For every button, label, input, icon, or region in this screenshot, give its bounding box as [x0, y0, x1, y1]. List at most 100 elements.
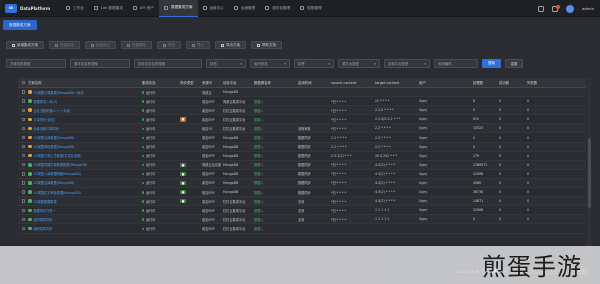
table-row[interactable]: 10调整订单数据(MongoDB)→测试 运行中 简道云 MongoDB [18, 88, 586, 98]
checkbox[interactable] [22, 117, 26, 122]
row-select[interactable] [18, 217, 26, 222]
table-row[interactable]: 10调整出库数据(MongoDB) 运行中 ■ 用友ERP MongoDB 数据入 数据同步… [18, 178, 586, 189]
table-row[interactable]: 10调整入库数据明细(MongoDB) 运行中 ■ 用友ERP MongoDB 数据入 数据… [18, 170, 586, 179]
source-type-select[interactable]: 源平台类型 ▾ [338, 59, 380, 68]
plan-name-link[interactable]: 10调整同期订单数据报表(MongoDB) [34, 162, 88, 167]
checkbox[interactable] [22, 163, 26, 167]
breadcrumb[interactable]: 数据集成方案 [3, 20, 37, 30]
nav-item[interactable]: 数据集成方案 [158, 0, 198, 17]
checkbox[interactable] [22, 190, 26, 194]
target-platform-input[interactable]: 目标平台名称搜索 [134, 59, 202, 68]
nav-item[interactable]: 组件包管理 [260, 0, 295, 17]
table-row[interactable]: 组织架构同步 运行中 用友ERP 钉钉云集成平台 数据入 无效 *日 * * * * 1 1 … [18, 215, 586, 225]
row-select[interactable] [18, 190, 26, 194]
plan-name-cell[interactable]: 组织架构同步 [26, 217, 140, 222]
checkbox[interactable] [22, 126, 26, 131]
row-select[interactable] [18, 108, 26, 112]
row-select[interactable] [18, 117, 26, 122]
plan-name-link[interactable]: 10调整入库数据明细(MongoDB) [34, 171, 81, 176]
search-button[interactable]: 搜索 [482, 59, 501, 68]
plan-name-link[interactable]: 10调整红字审批数据(MongoDB) [34, 190, 81, 195]
table-row[interactable]: 10调整红字审批数据(MongoDB) 运行中 ■ 用友ERP MongoDB 数据入 数据… [18, 188, 586, 198]
plan-name-link[interactable]: 数据集成入库(3) [34, 99, 58, 104]
source-platform-input[interactable]: 源平台名称搜索 [70, 59, 130, 68]
plan-name-cell[interactable]: 10调整同期订单数据报表(MongoDB) [26, 162, 140, 167]
plan-name-link[interactable]: 10调整订单汇总数据(共享区设置) [34, 153, 82, 158]
nav-item[interactable]: 工作台 [61, 0, 89, 17]
plan-name-link[interactable]: 10调整订单数据(MongoDB)→测试 [34, 90, 84, 95]
row-select[interactable] [18, 163, 26, 167]
plan-name-cell[interactable]: 10调整出库数据(MongoDB) [26, 135, 140, 140]
table-row[interactable]: 仓库流程订单同步 运行中 用友YS 钉钉云集成平台 数据入 流程审批 *日 * * * * 2… [18, 124, 586, 134]
plan-name-link[interactable]: 订单同步(测试) [34, 117, 56, 122]
nav-item[interactable]: 运维中心 [198, 0, 229, 17]
table-row[interactable]: 10调整数据报表 运行中 ■ 用友ERP 钉钉云集成平台 数据入 无效 *日 * * * * 4… [18, 197, 586, 207]
app-logo[interactable]: IB DataPlatform [5, 3, 61, 13]
plan-name-link[interactable]: 数据同步任务一 [34, 208, 56, 213]
toolbar-button[interactable]: 批量停止 [85, 41, 116, 49]
toolbar-button[interactable]: 导出方案 [215, 41, 246, 49]
nav-item[interactable]: 权限管理 [295, 0, 326, 17]
bell-icon[interactable] [552, 4, 561, 12]
plan-name-cell[interactable]: 企业流程机器人 (一) 标准 [26, 108, 140, 113]
row-select[interactable] [18, 99, 26, 103]
row-select[interactable] [18, 226, 26, 231]
search-icon[interactable] [538, 5, 545, 12]
plan-name-cell[interactable]: 10调整订单数据(MongoDB)→测试 [26, 90, 140, 95]
checkbox[interactable] [22, 208, 26, 212]
toolbar-button[interactable]: 批量启动 [49, 41, 80, 49]
row-select[interactable] [18, 126, 26, 131]
table-row[interactable]: 10调整出库数据(MongoDB) 运行中 用友ERP MongoDB 数据入 数据同步 2… [18, 133, 586, 143]
toolbar-button[interactable]: 帮助文档 [251, 41, 282, 49]
plan-name-cell[interactable]: 10调整红字审批数据(MongoDB) [26, 190, 140, 195]
checkbox[interactable] [22, 99, 26, 103]
plan-name-cell[interactable]: 10调整审批数据(MongoDB) [26, 144, 140, 149]
nav-item[interactable]: 运维管理 [229, 0, 260, 17]
plan-name-cell[interactable]: 10调整数据报表 [26, 199, 140, 204]
target-type-select[interactable]: 目标平台类型 ▾ [384, 59, 430, 68]
plan-name-link[interactable]: 10调整数据报表 [34, 199, 57, 204]
checkbox[interactable] [22, 108, 26, 112]
run-status-select[interactable]: 运行状态 ▾ [250, 59, 290, 68]
plan-name-cell[interactable]: 组织机构同步 [26, 226, 140, 231]
plan-name-cell[interactable]: 订单同步(测试) [26, 117, 140, 122]
plan-name-link[interactable]: 组织架构同步 [34, 217, 53, 222]
row-select[interactable] [18, 181, 26, 185]
plan-name-link[interactable]: 组织机构同步 [34, 226, 53, 231]
row-select[interactable] [18, 172, 26, 176]
plan-name-input[interactable]: 方案名称搜索 [6, 59, 66, 68]
status-select[interactable]: 状态 ▾ [206, 59, 246, 68]
plan-name-cell[interactable]: 数据集成入库(3) [26, 99, 140, 104]
row-select[interactable] [18, 135, 26, 140]
plan-name-cell[interactable]: 10调整订单汇总数据(共享区设置) [26, 153, 140, 158]
table-row[interactable]: 10调整订单汇总数据(共享区设置) 运行中 用友ERP MongoDB 数据入 数据同步 2… [18, 152, 586, 161]
checkbox[interactable] [22, 181, 26, 185]
toolbar-button[interactable]: 批量删除 [121, 41, 152, 49]
plan-name-link[interactable]: 仓库流程订单同步 [34, 126, 60, 131]
avatar[interactable] [566, 4, 575, 13]
checkbox[interactable] [22, 226, 26, 231]
checkbox[interactable] [22, 80, 26, 85]
plan-name-cell[interactable]: 10调整入库数据明细(MongoDB) [26, 171, 140, 176]
checkbox[interactable] [22, 90, 26, 94]
row-select[interactable] [18, 90, 26, 94]
label-select[interactable]: 标签 ▾ [294, 59, 334, 68]
row-select[interactable] [18, 154, 26, 158]
table-row[interactable]: 企业流程机器人 (一) 标准 运行中 用友ERP 钉钉云集成平台 数据入 *日 * * *… [18, 106, 586, 116]
toolbar-button[interactable]: 导入 [186, 41, 210, 49]
table-scrollbar[interactable] [587, 78, 591, 263]
user-name[interactable]: admin [582, 6, 594, 11]
checkbox[interactable] [22, 172, 26, 176]
checkbox[interactable] [22, 144, 26, 149]
checkbox[interactable] [22, 135, 26, 140]
plan-name-link[interactable]: 企业流程机器人 (一) 标准 [34, 108, 70, 113]
plan-name-link[interactable]: 10调整出库数据(MongoDB) [34, 135, 75, 140]
nav-item[interactable]: API 资产 [128, 0, 159, 17]
checkbox[interactable] [22, 199, 26, 203]
table-row[interactable]: 数据同步任务一 运行中 用友ERP 钉钉云集成平台 数据入 无效 *日 * * * * 1 1… [18, 206, 586, 216]
plan-name-cell[interactable]: 数据同步任务一 [26, 208, 140, 213]
select-all-checkbox[interactable] [18, 80, 26, 85]
table-row[interactable]: 10调整审批数据(MongoDB) 运行中 用友ERP MongoDB 数据入 数据同步 2… [18, 142, 586, 152]
system-code-input[interactable]: 系统编码 [434, 59, 478, 68]
checkbox[interactable] [22, 154, 26, 158]
